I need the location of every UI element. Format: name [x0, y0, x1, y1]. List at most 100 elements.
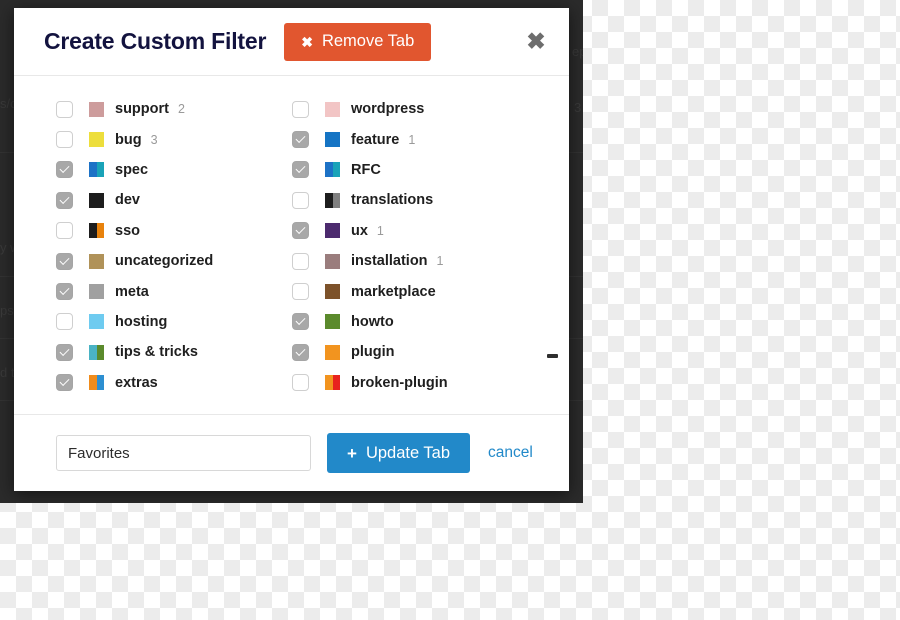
- tag-row[interactable]: bug 3: [56, 124, 292, 154]
- screenshot-canvas: s/c y w pso d t ep 3 Create Custom Filte…: [0, 0, 583, 503]
- tag-label: meta: [115, 283, 149, 300]
- tag-count-badge: 1: [436, 254, 444, 269]
- tag-checkbox[interactable]: [292, 161, 309, 179]
- tab-name-input[interactable]: [56, 435, 311, 471]
- remove-tab-button[interactable]: ✖ Remove Tab: [284, 22, 432, 61]
- tag-label: extras: [115, 374, 158, 391]
- tag-color-swatch-icon: [325, 223, 340, 239]
- tag-checkbox[interactable]: [56, 313, 73, 331]
- plus-icon: +: [347, 443, 357, 463]
- tag-count-badge: 1: [376, 223, 384, 238]
- tag-color-swatch-icon: [325, 162, 340, 178]
- cancel-link[interactable]: cancel: [488, 444, 533, 462]
- tag-color-swatch-icon: [325, 101, 340, 117]
- tag-label: hosting: [115, 313, 168, 330]
- tag-label: dev: [115, 192, 140, 209]
- tag-color-swatch-icon: [89, 314, 104, 330]
- tag-row[interactable]: extras: [56, 368, 292, 398]
- tag-row[interactable]: wordpress: [292, 94, 528, 124]
- tag-checkbox[interactable]: [292, 100, 309, 118]
- update-tab-button[interactable]: + Update Tab: [327, 433, 471, 473]
- tag-color-swatch-icon: [89, 132, 104, 148]
- tag-label: howto: [351, 313, 394, 330]
- tag-checkbox[interactable]: [56, 100, 73, 118]
- tag-list-body: support 2 bug 3 spec dev sso uncategorized meta h…: [14, 76, 569, 414]
- tag-label: marketplace: [351, 283, 436, 300]
- dialog-footer: + Update Tab cancel: [14, 414, 569, 491]
- tag-checkbox[interactable]: [56, 283, 73, 301]
- close-icon[interactable]: ✖: [523, 29, 549, 55]
- tag-color-swatch-icon: [325, 253, 340, 269]
- tag-row[interactable]: RFC: [292, 155, 528, 185]
- tag-color-swatch-icon: [89, 223, 104, 239]
- remove-tab-label: Remove Tab: [321, 32, 415, 50]
- tag-label: ux: [351, 222, 368, 239]
- tag-row[interactable]: hosting: [56, 307, 292, 337]
- tag-label: RFC: [351, 161, 381, 178]
- tag-color-swatch-icon: [89, 284, 104, 300]
- tag-color-swatch-icon: [325, 192, 340, 208]
- tag-label: wordpress: [351, 101, 425, 118]
- tag-color-swatch-icon: [89, 192, 104, 208]
- tag-row[interactable]: broken-plugin: [292, 368, 528, 398]
- tag-column-right: wordpress feature 1 RFC translations ux 1 insta…: [292, 94, 528, 398]
- tag-row[interactable]: translations: [292, 185, 528, 215]
- tag-row[interactable]: howto: [292, 307, 528, 337]
- page-title: Create Custom Filter: [44, 28, 267, 54]
- tag-row[interactable]: dev: [56, 185, 292, 215]
- tag-checkbox[interactable]: [56, 161, 73, 179]
- tag-color-swatch-icon: [89, 253, 104, 269]
- tag-label: uncategorized: [115, 253, 214, 270]
- tag-row[interactable]: uncategorized: [56, 246, 292, 276]
- tag-row[interactable]: sso: [56, 216, 292, 246]
- create-custom-filter-dialog: Create Custom Filter ✖ Remove Tab ✖ supp…: [14, 8, 569, 491]
- tag-color-swatch-icon: [325, 284, 340, 300]
- tag-row[interactable]: installation 1: [292, 246, 528, 276]
- tag-label: broken-plugin: [351, 374, 448, 391]
- tag-row[interactable]: ux 1: [292, 216, 528, 246]
- tag-label: spec: [115, 161, 149, 178]
- tag-color-swatch-icon: [325, 344, 340, 360]
- tag-label: sso: [115, 222, 140, 239]
- tag-checkbox[interactable]: [292, 313, 309, 331]
- tag-checkbox[interactable]: [56, 252, 73, 270]
- tag-color-swatch-icon: [89, 162, 104, 178]
- tag-checkbox[interactable]: [292, 343, 309, 361]
- tag-checkbox[interactable]: [292, 374, 309, 392]
- tag-checkbox[interactable]: [292, 222, 309, 240]
- tag-checkbox[interactable]: [56, 343, 73, 361]
- backdrop-text-fragment: ep: [572, 44, 583, 59]
- tag-row[interactable]: meta: [56, 276, 292, 306]
- tag-color-swatch-icon: [89, 344, 104, 360]
- tag-checkbox[interactable]: [56, 191, 73, 209]
- scrollbar-thumb[interactable]: [547, 354, 558, 358]
- tag-row[interactable]: marketplace: [292, 276, 528, 306]
- tag-label: tips & tricks: [115, 344, 198, 361]
- tag-checkbox[interactable]: [292, 252, 309, 270]
- tag-column-left: support 2 bug 3 spec dev sso uncategorized meta h…: [56, 94, 292, 398]
- tag-checkbox[interactable]: [56, 222, 73, 240]
- tag-row[interactable]: plugin: [292, 337, 528, 367]
- tag-row[interactable]: spec: [56, 155, 292, 185]
- tag-label: bug: [115, 131, 142, 148]
- tag-color-swatch-icon: [89, 375, 104, 391]
- tag-label: plugin: [351, 344, 395, 361]
- tag-checkbox[interactable]: [56, 374, 73, 392]
- tag-count-badge: 2: [177, 102, 185, 117]
- tag-color-swatch-icon: [325, 132, 340, 148]
- tag-checkbox[interactable]: [292, 131, 309, 149]
- backdrop-text-fragment: d t: [0, 365, 15, 380]
- tag-label: installation: [351, 253, 428, 270]
- tag-count-badge: 3: [150, 132, 158, 147]
- close-x-icon: ✖: [301, 33, 313, 50]
- tag-checkbox[interactable]: [292, 283, 309, 301]
- tag-row[interactable]: support 2: [56, 94, 292, 124]
- tag-color-swatch-icon: [89, 101, 104, 117]
- tag-checkbox[interactable]: [56, 131, 73, 149]
- tag-color-swatch-icon: [325, 314, 340, 330]
- tag-label: support: [115, 101, 169, 118]
- tag-row[interactable]: feature 1: [292, 124, 528, 154]
- tag-row[interactable]: tips & tricks: [56, 337, 292, 367]
- tag-checkbox[interactable]: [292, 191, 309, 209]
- tag-label: feature: [351, 131, 400, 148]
